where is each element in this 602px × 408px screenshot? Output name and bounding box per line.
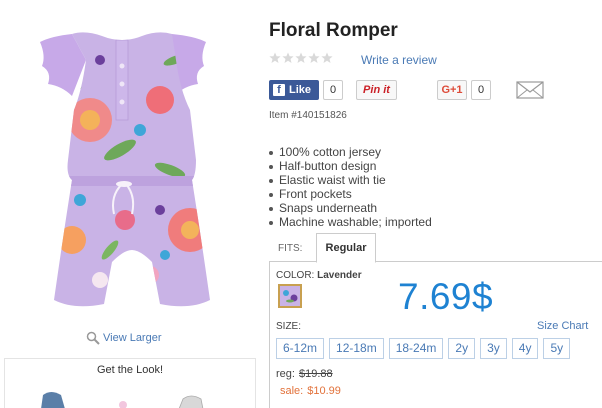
purchase-panel: COLOR: Lavender 7.69$ SIZE: Size Chart 6… [269,262,602,408]
price-display: 7.69$ [398,276,494,317]
magnifier-icon [86,331,100,345]
get-the-look-title: Get the Look! [96,364,164,376]
google-plus-count: 0 [471,80,491,100]
size-option-2y[interactable]: 2y [448,338,476,359]
regular-price-value: $19.88 [298,368,333,380]
size-option-4y[interactable]: 4y [511,338,539,359]
color-swatch-lavender[interactable] [278,284,302,308]
fits-label: FITS: [278,243,303,254]
size-option-18-24m[interactable]: 18-24m [388,338,444,359]
pinterest-button[interactable]: Pin it [356,80,397,100]
google-plus-button[interactable]: G+1 [437,80,467,100]
star-icon [321,52,333,63]
star-icon [295,52,307,63]
write-review-link[interactable]: Write a review [361,53,437,67]
size-option-12-18m[interactable]: 12-18m [329,338,384,359]
size-label: SIZE: [276,321,302,332]
product-image[interactable] [0,0,262,330]
facebook-like-count: 0 [323,80,343,100]
size-option-5y[interactable]: 5y [543,338,571,359]
envelope-icon [516,81,544,99]
get-the-look-thumbnails[interactable] [5,387,255,408]
google-plus[interactable]: G+1 0 [437,80,491,100]
get-the-look-panel: Get the Look! [4,358,256,408]
size-option-3y[interactable]: 3y [480,338,507,359]
feature-item: 100% cotton jersey [269,145,432,159]
size-chart-link[interactable]: Size Chart [537,320,588,332]
star-icon [269,52,281,63]
color-label: COLOR: Lavender [276,270,362,281]
fits-tabs: FITS: Regular [269,233,602,263]
view-larger-link[interactable]: View Larger [86,331,162,345]
feature-item: Front pockets [269,187,432,201]
feature-item: Machine washable; imported [269,215,432,229]
sale-price: sale: $10.99 [280,385,341,397]
star-icon [308,52,320,63]
facebook-like[interactable]: f Like 0 [269,80,343,100]
product-title: Floral Romper [269,20,398,41]
size-option-6-12m[interactable]: 6-12m [276,338,325,359]
facebook-like-label: Like [289,84,312,96]
tab-regular[interactable]: Regular [316,233,376,263]
feature-item: Snaps underneath [269,201,432,215]
feature-item: Elastic waist with tie [269,173,432,187]
feature-list: 100% cotton jersey Half-button design El… [269,145,432,229]
item-number: Item #140151826 [269,110,347,121]
regular-price: reg: $19.88 [276,368,333,380]
view-larger-label: View Larger [103,332,162,344]
size-options: 6-12m 12-18m 18-24m 2y 3y 4y 5y [276,338,571,359]
email-share-button[interactable] [516,80,544,100]
rating-stars[interactable] [269,52,333,64]
facebook-like-button[interactable]: f Like [269,80,319,100]
facebook-icon: f [273,84,285,96]
feature-item: Half-button design [269,159,432,173]
star-icon [282,52,294,63]
sale-price-value: $10.99 [307,385,341,397]
color-value: Lavender [317,270,362,281]
